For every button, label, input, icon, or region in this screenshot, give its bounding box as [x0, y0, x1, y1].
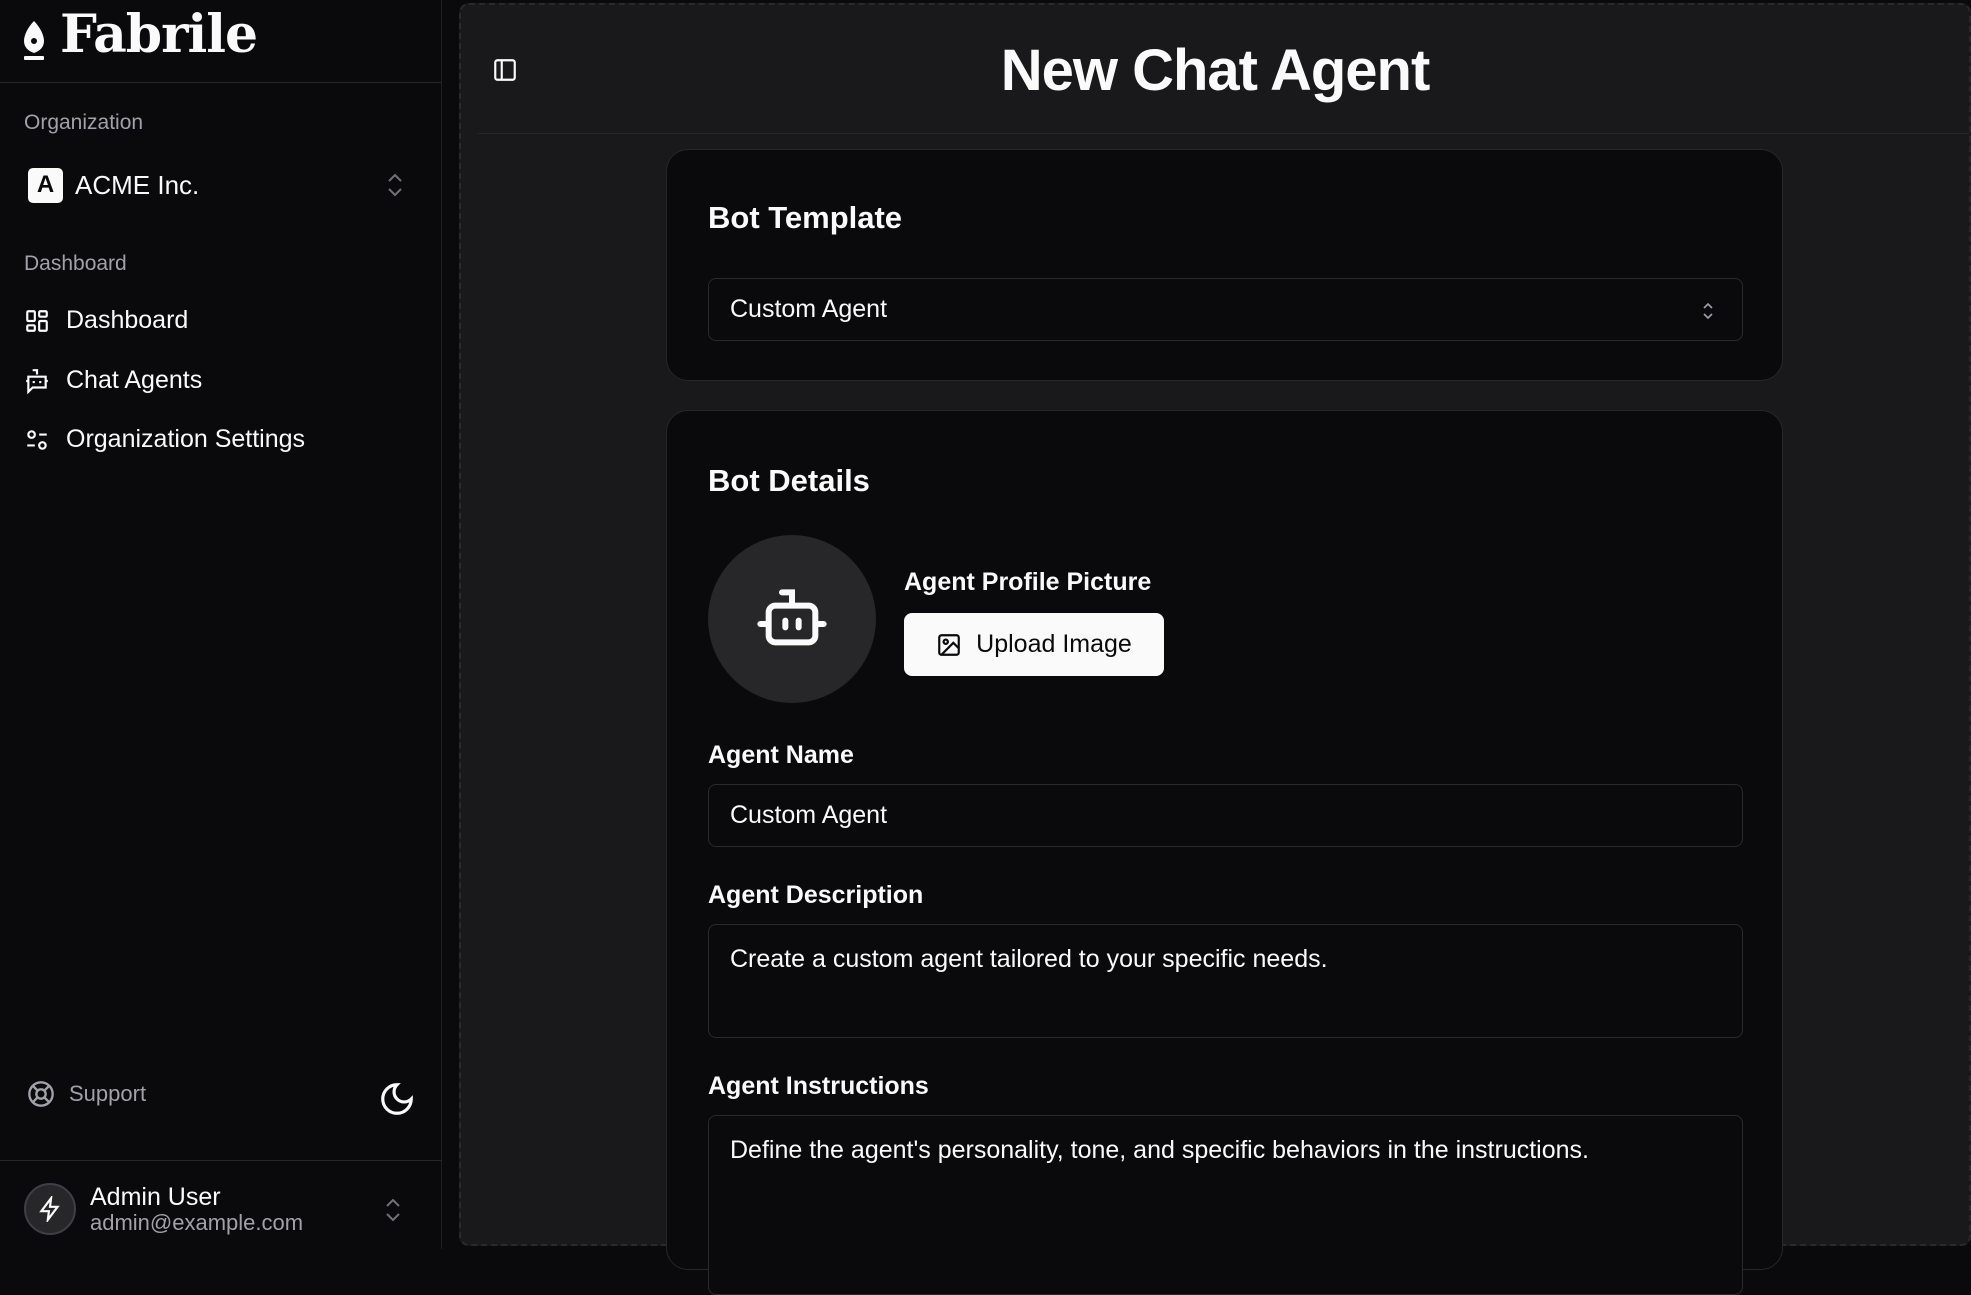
agent-description-textarea[interactable]: Create a custom agent tailored to your s… — [708, 924, 1743, 1038]
support-link[interactable]: Support — [27, 1080, 146, 1108]
chevrons-up-down-icon[interactable] — [384, 1196, 402, 1224]
bot-template-select[interactable]: Custom Agent — [708, 278, 1743, 341]
brand-logo[interactable]: Fabrile — [20, 4, 258, 65]
upload-image-button[interactable]: Upload Image — [904, 613, 1164, 676]
sidebar-item-label: Dashboard — [66, 306, 189, 334]
main-panel: New Chat Agent Bot Template Custom Agent… — [459, 3, 1971, 1295]
dashboard-section-label: Dashboard — [24, 252, 127, 275]
agent-name-input[interactable]: Custom Agent — [708, 784, 1743, 847]
org-section-label: Organization — [24, 111, 144, 134]
bot-template-card: Bot Template Custom Agent — [666, 149, 1783, 381]
page-title: New Chat Agent — [1000, 38, 1431, 103]
divider — [0, 1160, 442, 1161]
layout-dashboard-icon — [26, 309, 48, 332]
bot-details-card: Bot Details Agent Profile Picture Upload… — [666, 410, 1783, 1295]
bot-icon — [757, 589, 827, 646]
user-name: Admin User — [90, 1183, 221, 1211]
org-avatar: A — [28, 167, 63, 203]
brand-name: Fabrile — [60, 4, 258, 65]
sidebar-item-dashboard[interactable]: Dashboard — [24, 306, 188, 335]
card-title: Bot Details — [708, 463, 870, 498]
selected-value: Custom Agent — [730, 295, 888, 323]
sidebar-item-chat-agents[interactable]: Chat Agents — [24, 366, 202, 395]
moon-icon[interactable] — [378, 1080, 416, 1118]
org-name: ACME Inc. — [75, 169, 200, 200]
org-switcher[interactable]: A ACME Inc. — [28, 167, 428, 203]
user-avatar — [24, 1183, 76, 1237]
agent-profile-picture — [708, 535, 876, 703]
chevrons-up-down-icon — [388, 173, 402, 197]
picture-label: Agent Profile Picture — [904, 568, 1152, 596]
sidebar-item-label: Organization Settings — [66, 425, 306, 453]
settings-sliders-icon — [27, 429, 47, 450]
chevrons-up-down-icon — [1703, 302, 1713, 320]
upload-label: Upload Image — [976, 630, 1132, 658]
agent-instructions-textarea[interactable]: Define the agent's personality, tone, an… — [708, 1115, 1743, 1295]
agent-instructions-label: Agent Instructions — [708, 1072, 929, 1100]
divider — [477, 133, 1969, 134]
life-buoy-icon — [28, 1081, 54, 1107]
divider — [0, 82, 442, 83]
zap-icon — [39, 1196, 60, 1222]
agent-description-label: Agent Description — [708, 881, 924, 909]
user-menu[interactable]: Admin User admin@example.com — [24, 1183, 304, 1237]
user-email: admin@example.com — [90, 1210, 304, 1235]
support-label: Support — [69, 1081, 147, 1106]
agent-name-label: Agent Name — [708, 741, 854, 769]
sidebar: Fabrile Organization A ACME Inc. Dashboa… — [0, 0, 442, 1249]
fountain-pen-icon — [24, 8, 44, 60]
textarea-value: Create a custom agent tailored to your s… — [730, 945, 1328, 973]
textarea-value: Define the agent's personality, tone, an… — [730, 1136, 1589, 1164]
bot-message-icon — [26, 368, 48, 394]
image-icon — [938, 633, 961, 656]
sidebar-item-label: Chat Agents — [66, 366, 203, 394]
sidebar-item-organization-settings[interactable]: Organization Settings — [24, 425, 305, 454]
input-value: Custom Agent — [730, 801, 888, 829]
card-title: Bot Template — [708, 200, 903, 235]
